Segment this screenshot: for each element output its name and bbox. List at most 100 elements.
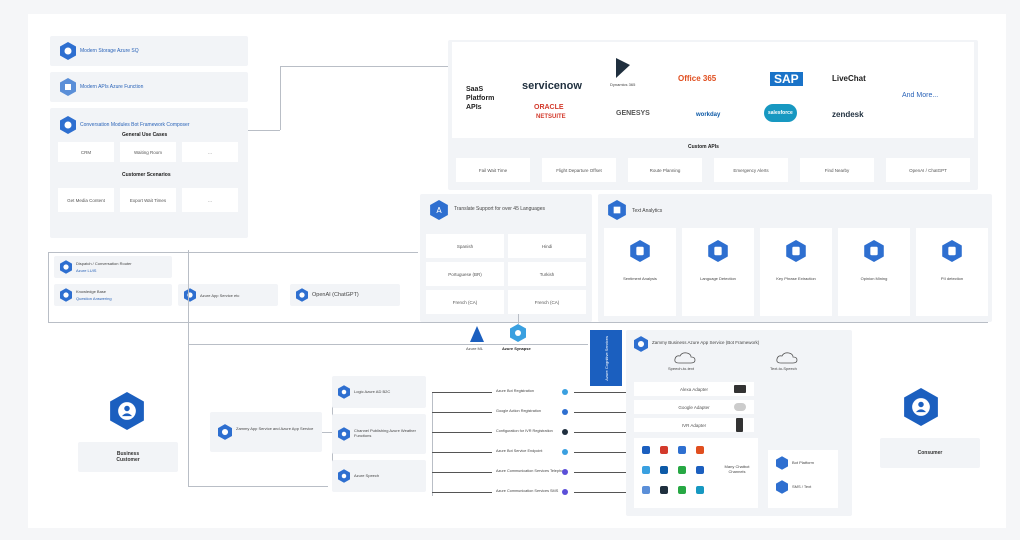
business-customer-box[interactable]: Business Customer: [78, 442, 178, 472]
registration-label[interactable]: Azure Communication Services SMS: [496, 489, 558, 493]
cognitive-services-bar[interactable]: Azure Cognitive Services: [590, 330, 622, 386]
sms-icon: [776, 480, 788, 494]
channel-icon[interactable]: [696, 486, 704, 494]
openai-hex-icon: [296, 288, 308, 302]
analytics-item-5[interactable]: PII detection: [916, 228, 988, 316]
registration-icon: [562, 449, 568, 455]
logo-oracle: ORACLE: [534, 104, 564, 111]
openai-box[interactable]: OpenAI (ChatGPT): [290, 284, 400, 306]
logo-genesys: GENESYS: [616, 110, 650, 117]
translator-hex-icon: A: [430, 200, 448, 220]
registration-arrow-right: [574, 412, 626, 413]
analytics-item-label: Sentiment Analysis: [623, 276, 657, 281]
channel-icon[interactable]: [660, 446, 668, 454]
scenario-more[interactable]: ...: [182, 188, 238, 212]
azure-ml-label: Azure ML: [466, 346, 484, 351]
left-module-3[interactable]: Conversation Modules Bot Framework Compo…: [50, 108, 248, 238]
channel-icon[interactable]: [642, 446, 650, 454]
bot-service-title: Zammy Business Azure App Service (Bot Fr…: [652, 340, 760, 345]
flow-service-2-label: Channel Publishing Azure Weather Functio…: [354, 428, 416, 438]
and-more-link[interactable]: And More...: [902, 92, 938, 99]
zammy-app-service[interactable]: Zammy App Service and Azure App Service: [210, 412, 322, 452]
channel-icon[interactable]: [660, 486, 668, 494]
lang-2[interactable]: Hindi: [508, 234, 586, 258]
channel-icon[interactable]: [678, 466, 686, 474]
analytics-item-3[interactable]: Key Phrase Extraction: [760, 228, 832, 316]
custom-api-2[interactable]: Flight Departure Offset: [542, 158, 616, 182]
custom-api-3[interactable]: Route Planning: [628, 158, 702, 182]
connector-cognitive-horiz: [188, 344, 588, 345]
zammy-label: Zammy App Service and Azure App Service: [236, 426, 314, 431]
analytics-item-icon: [708, 240, 728, 262]
registration-label[interactable]: Google Action Registration: [496, 409, 541, 413]
registration-icon: [562, 409, 568, 415]
logo-servicenow: servicenow: [522, 80, 582, 92]
scenario-media[interactable]: Get Media Content: [58, 188, 114, 212]
api-hex-icon: [60, 78, 76, 96]
flow-service-1-icon: [338, 385, 350, 399]
channel-icon[interactable]: [660, 466, 668, 474]
flow-service-3[interactable]: Azure Speech: [332, 460, 426, 492]
registration-arrow-left: [432, 472, 492, 473]
lang-5[interactable]: French (CA): [426, 290, 504, 314]
lang-6[interactable]: French (CA): [508, 290, 586, 314]
left-module-2[interactable]: Modern APIs Azure Function: [50, 72, 248, 102]
analytics-item-4[interactable]: Opinion Mining: [838, 228, 910, 316]
use-case-crm[interactable]: CRM: [58, 142, 114, 162]
business-customer-icon: [110, 392, 144, 430]
channel-icon[interactable]: [642, 486, 650, 494]
connector-cognitive-vertical: [518, 314, 519, 324]
channel-icon[interactable]: [678, 446, 686, 454]
registration-arrow-left: [432, 432, 492, 433]
general-use-cases-title: General Use Cases: [122, 132, 168, 138]
flow-service-2[interactable]: Channel Publishing Azure Weather Functio…: [332, 414, 426, 454]
logo-workday: workday: [696, 112, 721, 118]
channel-icon[interactable]: [696, 446, 704, 454]
bot-platform-icon: [776, 456, 788, 470]
consumer-box[interactable]: Consumer: [880, 438, 980, 468]
left-module-1[interactable]: Modern Storage Azure SQ: [50, 36, 248, 66]
svg-text:A: A: [436, 206, 442, 215]
flow-service-1[interactable]: Logic Azure AD B2C: [332, 376, 426, 408]
architecture-canvas: Modern Storage Azure SQ Modern APIs Azur…: [28, 14, 1006, 528]
knowledge-hex-icon: [60, 288, 72, 302]
custom-api-5[interactable]: Find Nearby: [800, 158, 874, 182]
channel-icon[interactable]: [642, 466, 650, 474]
app-service-box[interactable]: Azure App Service etc: [178, 284, 278, 306]
connector-vertical-1: [280, 66, 281, 130]
lang-3[interactable]: Portuguese (BR): [426, 262, 504, 286]
translator-title: Translate Support for over 45 Languages: [454, 206, 545, 212]
openai-label: OpenAI (ChatGPT): [312, 292, 359, 298]
channel-icon[interactable]: [696, 466, 704, 474]
lang-4[interactable]: Turkish: [508, 262, 586, 286]
registration-label[interactable]: Azure Communication Services Telephony: [496, 469, 567, 473]
consumer-label: Consumer: [917, 450, 943, 456]
analytics-item-1[interactable]: Sentiment Analysis: [604, 228, 676, 316]
analytics-item-2[interactable]: Language Detection: [682, 228, 754, 316]
registration-arrow-right: [574, 392, 626, 393]
connector-left-down: [188, 250, 189, 486]
use-case-waiting-room[interactable]: Waiting Room: [120, 142, 176, 162]
custom-api-6[interactable]: OpenAI / ChatGPT: [886, 158, 970, 182]
dispatch-hex-icon: [60, 260, 72, 274]
dispatch-service[interactable]: Dispatch / Conversation Router Azure LUI…: [54, 256, 172, 278]
registration-arrow-left: [432, 452, 492, 453]
registration-label[interactable]: Azure Bot Service Endpoint: [496, 449, 542, 453]
flow-service-3-label: Azure Speech: [354, 473, 380, 478]
azure-synapse-icon: [510, 324, 526, 342]
conversation-hex-icon: [60, 116, 76, 134]
use-case-more[interactable]: ...: [182, 142, 238, 162]
flow-service-3-icon: [338, 469, 350, 483]
registration-label[interactable]: Azure Bot Registration: [496, 389, 534, 393]
logo-sap: SAP: [770, 72, 803, 86]
lang-1[interactable]: Spanish: [426, 234, 504, 258]
knowledge-base-service[interactable]: Knowledge Base Question Answering: [54, 284, 172, 306]
registration-label[interactable]: Configuration for IVR Registration: [496, 429, 553, 433]
connector-zammy-right: [322, 432, 332, 433]
channel-icon[interactable]: [678, 486, 686, 494]
connector-to-platform: [280, 66, 450, 67]
custom-api-4[interactable]: Emergency Alerts: [714, 158, 788, 182]
custom-api-1[interactable]: Fail Wait Time: [456, 158, 530, 182]
analytics-item-label: Opinion Mining: [860, 276, 888, 281]
scenario-wait-times[interactable]: Export Wait Times: [120, 188, 176, 212]
